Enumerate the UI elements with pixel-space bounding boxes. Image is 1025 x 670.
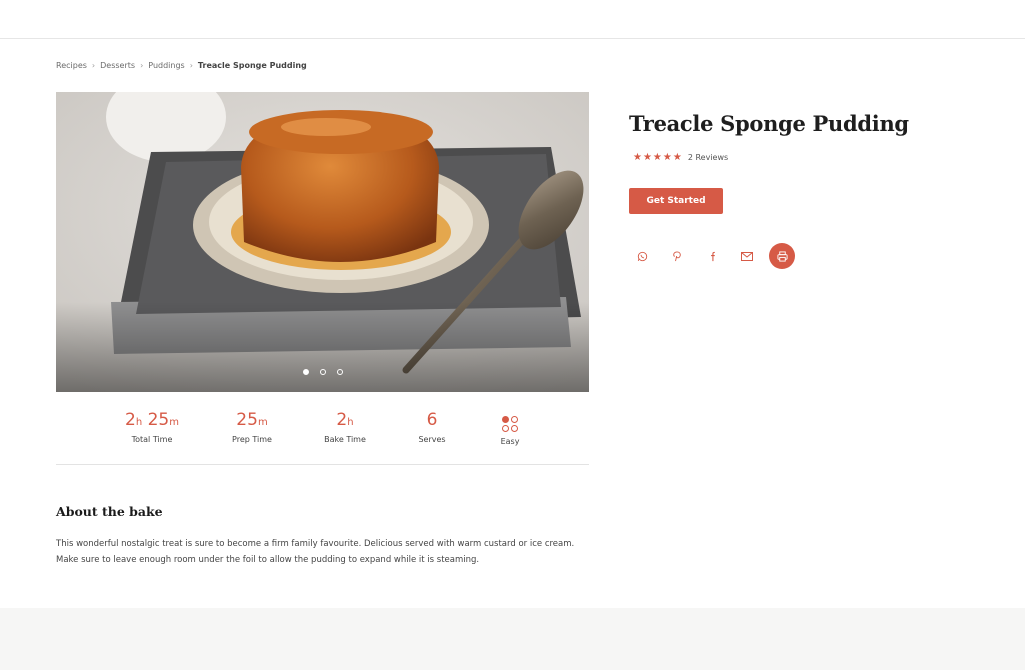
star-rating-icon: ★★★★★: [633, 152, 683, 163]
bake-time-value: 2h: [336, 410, 354, 430]
breadcrumb-puddings[interactable]: Puddings: [148, 61, 184, 70]
total-time-label: Total Time: [131, 435, 173, 444]
get-started-button[interactable]: Get Started: [629, 188, 723, 214]
email-icon[interactable]: [734, 243, 760, 269]
difficulty-label: Easy: [500, 437, 520, 446]
carousel-dot-3[interactable]: [336, 369, 343, 375]
about-description: This wonderful nostalgic treat is sure t…: [56, 539, 575, 565]
breadcrumb-separator: ›: [189, 60, 193, 70]
prep-time-label: Prep Time: [232, 435, 272, 444]
breadcrumb-recipes[interactable]: Recipes: [56, 61, 87, 70]
recipe-title: Treacle Sponge Pudding: [629, 111, 909, 136]
review-count[interactable]: 2 Reviews: [688, 153, 728, 162]
serves-value: 6: [426, 410, 438, 430]
carousel-dot-1[interactable]: [302, 369, 309, 375]
footer-band: [0, 608, 1025, 670]
section-divider: [56, 464, 589, 465]
top-navigation-bar: [0, 0, 1025, 39]
stat-total-time: 2h 25m Total Time: [107, 408, 197, 444]
bake-time-label: Bake Time: [324, 435, 366, 444]
stat-difficulty: Easy: [465, 408, 555, 446]
stat-serves: 6 Serves: [387, 408, 477, 444]
facebook-icon[interactable]: [699, 243, 725, 269]
breadcrumb-current: Treacle Sponge Pudding: [197, 60, 307, 70]
stat-bake-time: 2h Bake Time: [300, 408, 390, 444]
print-icon[interactable]: [769, 243, 795, 269]
serves-label: Serves: [418, 435, 446, 444]
breadcrumb-separator: ›: [140, 60, 144, 70]
breadcrumb-desserts[interactable]: Desserts: [100, 61, 135, 70]
recipe-stats: 2h 25m Total Time 25m Prep Time 2h Bake …: [56, 408, 589, 448]
pudding-photo: [56, 92, 589, 392]
breadcrumb-separator: ›: [91, 60, 96, 70]
share-bar: [629, 243, 804, 269]
total-time-value: 2h 25m: [125, 410, 179, 430]
carousel-dot-2[interactable]: [319, 369, 326, 375]
about-heading: About the bake: [56, 504, 163, 519]
breadcrumb: Recipes › Desserts › Puddings › Treacle …: [56, 59, 307, 71]
prep-time-value: 25m: [236, 410, 268, 430]
stat-prep-time: 25m Prep Time: [207, 408, 297, 444]
pinterest-icon[interactable]: [664, 243, 690, 269]
rating-summary[interactable]: ★★★★★ 2 Reviews: [633, 152, 728, 163]
whatsapp-icon[interactable]: [629, 243, 655, 269]
difficulty-icon: [502, 414, 518, 434]
carousel-dots: [56, 369, 589, 375]
recipe-image-carousel[interactable]: [56, 92, 589, 392]
